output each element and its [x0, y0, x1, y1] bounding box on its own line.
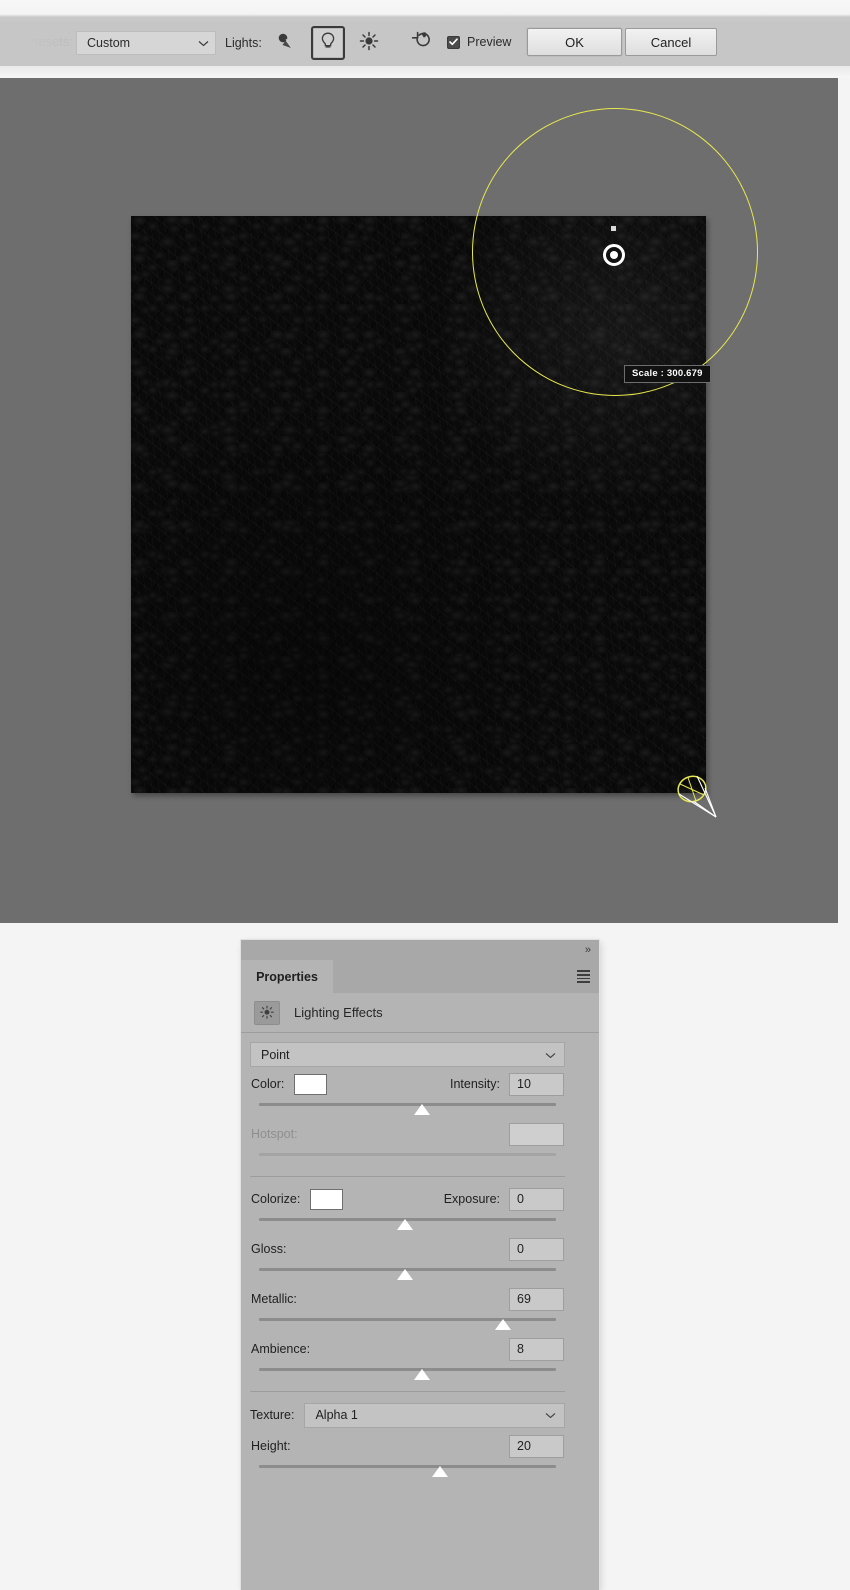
panel-topbar: »: [241, 940, 599, 960]
infinite-light-button[interactable]: [353, 27, 385, 59]
gloss-input[interactable]: 0: [509, 1237, 564, 1261]
metallic-label: Metallic:: [251, 1292, 297, 1306]
intensity-label: Intensity:: [449, 1077, 500, 1091]
light-handle-square[interactable]: [611, 226, 616, 231]
ambience-input[interactable]: 8: [509, 1337, 564, 1361]
hotspot-label: Hotspot:: [251, 1127, 298, 1141]
point-light-icon: [320, 31, 336, 56]
preset-dropdown-value: Custom: [87, 36, 131, 50]
collapse-panel-icon[interactable]: »: [585, 944, 591, 956]
metallic-input[interactable]: 69: [509, 1287, 564, 1311]
point-light-handle[interactable]: [603, 244, 625, 266]
texture-label: Texture:: [250, 1408, 295, 1422]
hotspot-row: Hotspot:: [250, 1119, 565, 1149]
intensity-slider[interactable]: [251, 1100, 564, 1117]
metallic-slider-thumb[interactable]: [494, 1319, 511, 1330]
height-row: Height: 20: [250, 1431, 565, 1461]
reset-light-icon: [406, 30, 430, 57]
tab-properties[interactable]: Properties: [241, 960, 333, 993]
exposure-label: Exposure:: [443, 1192, 500, 1206]
ambience-slider-thumb[interactable]: [414, 1369, 431, 1380]
height-slider-thumb[interactable]: [432, 1466, 449, 1477]
cancel-button-label: Cancel: [650, 34, 692, 50]
colorize-swatch[interactable]: [310, 1188, 344, 1210]
texture-dropdown[interactable]: Alpha 1: [304, 1402, 565, 1428]
light-type-dropdown[interactable]: Point: [250, 1042, 565, 1067]
properties-panel: » Properties Lighting Effects Point Colo…: [241, 940, 599, 1590]
gloss-slider-thumb[interactable]: [396, 1269, 413, 1280]
effect-header: Lighting Effects: [241, 993, 599, 1033]
texture-row: Texture: Alpha 1: [250, 1399, 565, 1431]
height-slider-track: [259, 1465, 556, 1468]
tab-properties-label: Properties: [256, 969, 318, 984]
canvas-area[interactable]: Scale : 300.679: [0, 78, 838, 923]
exposure-slider-thumb[interactable]: [396, 1219, 413, 1230]
hotspot-slider: [251, 1150, 564, 1167]
colorize-label: Colorize:: [251, 1192, 301, 1206]
metallic-slider[interactable]: [251, 1315, 564, 1332]
light-type-value: Point: [261, 1047, 290, 1062]
preview-checkbox[interactable]: Preview: [447, 35, 511, 49]
panel-menu-icon[interactable]: [577, 970, 590, 983]
height-label: Height:: [251, 1439, 291, 1453]
ok-button-label: OK: [565, 34, 584, 50]
color-label: Color:: [251, 1077, 285, 1091]
chevron-down-icon: [545, 1048, 556, 1062]
ambience-slider[interactable]: [251, 1365, 564, 1382]
point-light-button[interactable]: [311, 26, 345, 60]
hotspot-section: Hotspot:: [250, 1119, 565, 1177]
checkbox-checked-icon: [447, 35, 460, 49]
ok-button[interactable]: OK: [527, 28, 622, 56]
height-slider[interactable]: [251, 1462, 564, 1479]
texture-dropdown-value: Alpha 1: [315, 1408, 358, 1422]
gloss-row: Gloss: 0: [250, 1234, 565, 1264]
metallic-row: Metallic: 69: [250, 1284, 565, 1314]
chevron-down-icon: [198, 36, 209, 50]
exposure-input[interactable]: 0: [509, 1187, 564, 1211]
spot-light-cone-widget[interactable]: [672, 772, 728, 825]
intensity-slider-track: [259, 1103, 556, 1106]
gloss-slider[interactable]: [251, 1265, 564, 1282]
spot-light-button[interactable]: [270, 27, 302, 59]
cancel-button[interactable]: Cancel: [625, 28, 717, 56]
spot-light-cone-icon: [677, 775, 717, 818]
panel-body: Point Color: Intensity: 10 Hotspot: Colo…: [241, 1034, 574, 1590]
panel-tab-row: Properties: [241, 960, 599, 993]
color-swatch[interactable]: [294, 1073, 328, 1095]
options-bar: Presets: Custom Lights: Preview OK Cance…: [0, 0, 850, 78]
spot-light-icon: [276, 32, 296, 55]
ambience-row: Ambience: 8: [250, 1334, 565, 1364]
intensity-input[interactable]: 10: [509, 1072, 564, 1096]
colorize-exposure-row: Colorize: Exposure: 0: [250, 1184, 565, 1214]
ambience-section: Ambience: 8: [250, 1334, 565, 1392]
ambience-slider-track: [259, 1368, 556, 1371]
lighting-effects-icon: [254, 1000, 280, 1025]
intensity-slider-thumb[interactable]: [414, 1104, 431, 1115]
chevron-down-icon: [545, 1408, 556, 1422]
presets-label: Presets:: [26, 35, 73, 49]
exposure-slider[interactable]: [251, 1215, 564, 1232]
light-handle-dot: [610, 251, 618, 259]
lights-label: Lights:: [225, 36, 262, 50]
metallic-slider-track: [259, 1318, 556, 1321]
reset-light-button[interactable]: [402, 27, 434, 59]
effect-title: Lighting Effects: [294, 1005, 383, 1020]
infinite-light-icon: [359, 31, 379, 56]
height-input[interactable]: 20: [509, 1434, 564, 1458]
preview-label: Preview: [467, 35, 512, 49]
hotspot-slider-track: [259, 1153, 556, 1156]
ambience-label: Ambience:: [251, 1342, 311, 1356]
color-intensity-row: Color: Intensity: 10: [250, 1069, 565, 1099]
preset-dropdown[interactable]: Custom: [76, 31, 216, 55]
gloss-label: Gloss:: [251, 1242, 287, 1256]
scale-readout: Scale : 300.679: [624, 365, 711, 383]
hotspot-input: [509, 1122, 564, 1146]
